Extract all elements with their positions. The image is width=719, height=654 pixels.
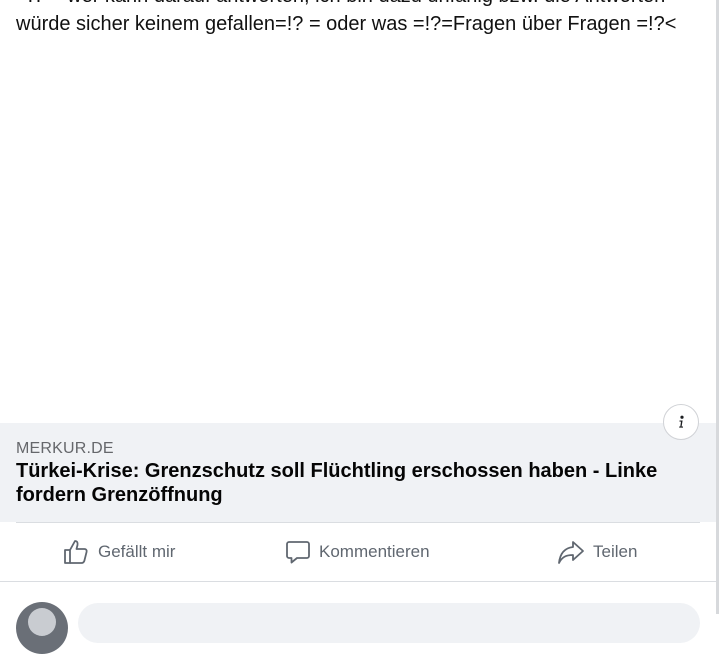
share-arrow-icon xyxy=(558,541,584,564)
like-label: Gefällt mir xyxy=(98,542,176,561)
like-button[interactable]: Gefällt mir xyxy=(62,523,175,581)
link-domain: MERKUR.DE xyxy=(16,440,114,457)
link-preview-image[interactable] xyxy=(0,46,716,423)
comment-label: Kommentieren xyxy=(319,542,430,561)
speech-bubble-icon xyxy=(286,541,310,564)
share-button[interactable]: Teilen xyxy=(557,523,637,581)
post-text: =!? = wer kann darauf antworten, ich bin… xyxy=(16,0,706,38)
divider xyxy=(0,581,716,582)
thumbs-up-icon xyxy=(64,540,88,564)
link-title[interactable]: Türkei-Krise: Grenzschutz soll Flüchtlin… xyxy=(16,459,696,507)
comment-button[interactable]: Kommentieren xyxy=(285,523,430,581)
action-bar: Gefällt mir Kommentieren Teilen xyxy=(0,523,716,581)
avatar[interactable] xyxy=(16,602,68,654)
link-preview-card[interactable]: MERKUR.DE Türkei-Krise: Grenzschutz soll… xyxy=(0,423,716,522)
post-text-line: =!? = wer kann darauf antworten, ich bin… xyxy=(16,0,706,10)
comment-input[interactable] xyxy=(78,603,700,643)
post-text-line: würde sicher keinem gefallen=!? = oder w… xyxy=(16,13,677,35)
share-label: Teilen xyxy=(593,542,638,561)
info-button[interactable] xyxy=(663,404,699,440)
info-icon xyxy=(679,415,684,428)
